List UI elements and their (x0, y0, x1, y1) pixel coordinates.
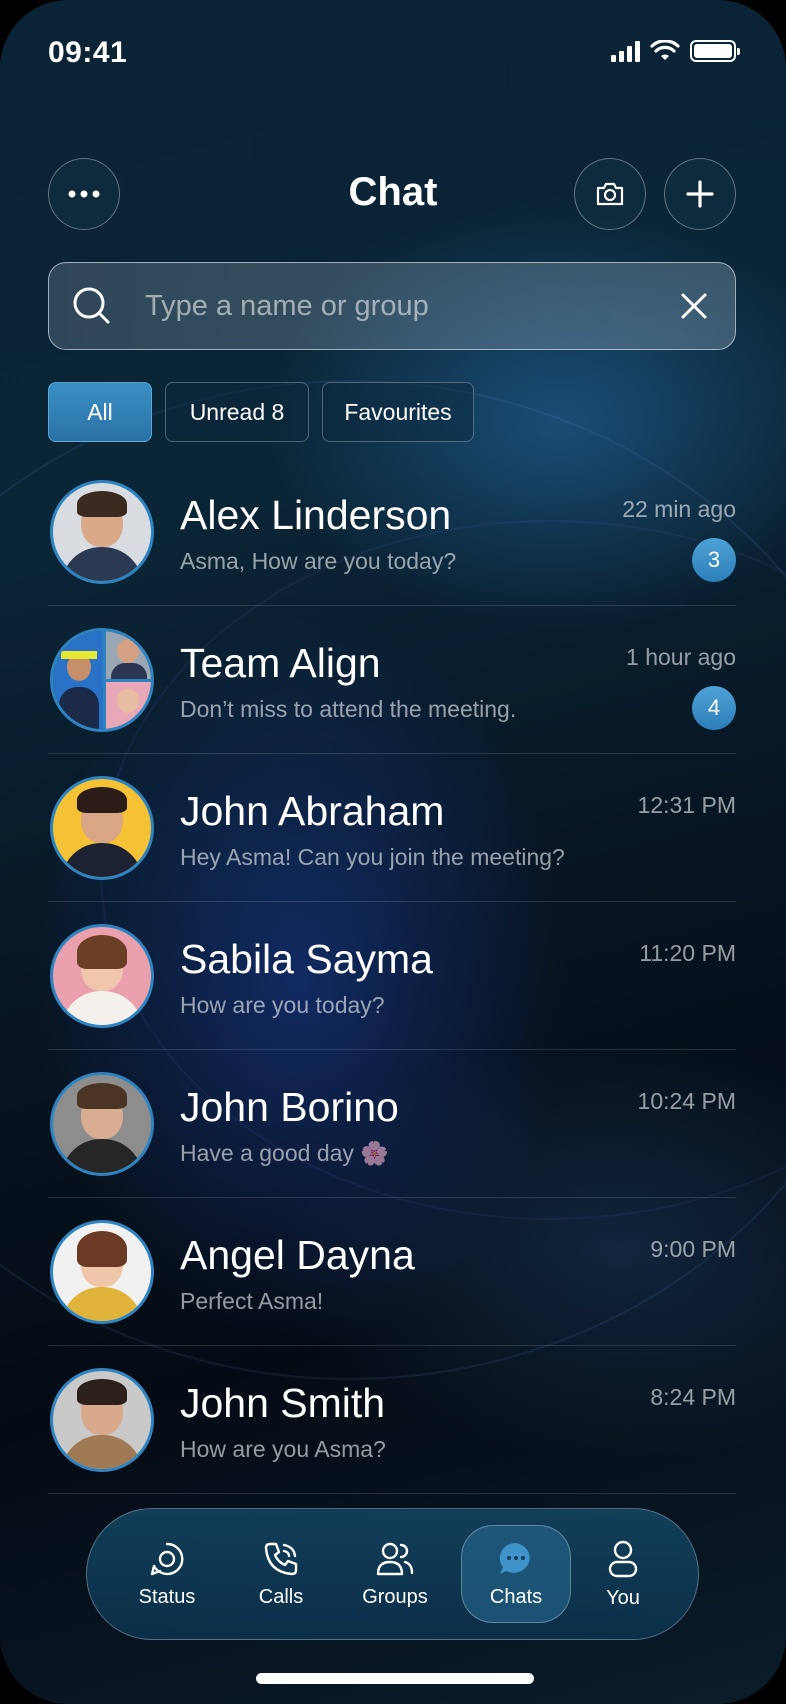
filter-unread[interactable]: Unread 8 (165, 382, 309, 442)
status-time: 09:41 (48, 36, 128, 69)
chat-time: 9:00 PM (650, 1236, 736, 1262)
person-icon (608, 1540, 638, 1577)
chat-name: Sabila Sayma (180, 936, 433, 982)
group-avatar (50, 628, 154, 732)
chat-time: 8:24 PM (650, 1384, 736, 1410)
unread-badge: 3 (692, 538, 736, 582)
chat-time: 1 hour ago (626, 644, 736, 670)
chat-item[interactable]: John Abraham Hey Asma! Can you join the … (48, 754, 736, 902)
chat-name: Angel Dayna (180, 1232, 415, 1278)
nav-label: Calls (258, 1585, 304, 1608)
nav-label: Groups (362, 1585, 428, 1608)
chat-bubble-icon (499, 1542, 530, 1574)
chat-list: Alex Linderson Asma, How are you today? … (48, 458, 736, 1494)
status-bar: 09:41 (0, 0, 786, 100)
nav-label: Status (138, 1585, 196, 1608)
filter-all[interactable]: All (48, 382, 152, 442)
avatar (50, 776, 154, 880)
chat-time: 11:20 PM (639, 940, 736, 966)
chat-item[interactable]: Team Align Don’t miss to attend the meet… (48, 606, 736, 754)
chat-item[interactable]: Alex Linderson Asma, How are you today? … (48, 458, 736, 606)
avatar (50, 1368, 154, 1472)
search-icon (73, 287, 110, 324)
nav-status[interactable]: Status (117, 1525, 217, 1623)
cellular-signal-icon (611, 40, 640, 62)
chat-item[interactable]: Angel Dayna Perfect Asma! 9:00 PM (48, 1198, 736, 1346)
groups-icon (376, 1542, 414, 1575)
chat-item[interactable]: John Smith How are you Asma? 8:24 PM (48, 1346, 736, 1494)
chat-preview: Asma, How are you today? (180, 548, 457, 574)
chat-name: John Abraham (180, 788, 445, 834)
chat-name: Team Align (180, 640, 381, 686)
nav-you[interactable]: You (573, 1525, 673, 1623)
chat-preview: Don’t miss to attend the meeting. (180, 696, 517, 722)
camera-button[interactable] (574, 158, 646, 230)
nav-chats[interactable]: Chats (461, 1525, 571, 1623)
avatar (50, 924, 154, 1028)
chat-time: 12:31 PM (637, 792, 736, 818)
nav-label: You (606, 1586, 640, 1609)
search-bar (48, 262, 736, 350)
chat-preview: How are you today? (180, 992, 385, 1018)
filter-chips: All Unread 8 Favourites (48, 382, 474, 442)
status-icon (150, 1542, 184, 1575)
avatar (50, 1220, 154, 1324)
chat-item[interactable]: Sabila Sayma How are you today? 11:20 PM (48, 902, 736, 1050)
chat-item[interactable]: John Borino Have a good day 🌸 10:24 PM (48, 1050, 736, 1198)
phone-screen: 09:41 Chat Type a name or group All Unre… (0, 0, 786, 1704)
chat-time: 10:24 PM (637, 1088, 736, 1114)
status-icons (611, 40, 740, 62)
plus-icon (686, 180, 714, 208)
avatar (50, 480, 154, 584)
bottom-nav: Status Calls Groups Chats You (86, 1508, 699, 1640)
chat-preview: How are you Asma? (180, 1436, 386, 1462)
search-input[interactable] (143, 263, 683, 349)
nav-groups[interactable]: Groups (345, 1525, 445, 1623)
chat-name: Alex Linderson (180, 492, 452, 538)
chat-preview: Have a good day 🌸 (180, 1140, 389, 1166)
wifi-icon (650, 40, 680, 60)
unread-badge: 4 (692, 686, 736, 730)
home-indicator[interactable] (256, 1673, 534, 1684)
chat-preview: Perfect Asma! (180, 1288, 324, 1314)
chat-name: John Borino (180, 1084, 399, 1130)
clear-search-icon[interactable] (675, 287, 713, 325)
phone-icon (264, 1542, 298, 1575)
chat-time: 22 min ago (622, 496, 736, 522)
nav-label: Chats (489, 1585, 543, 1608)
chat-preview: Hey Asma! Can you join the meeting? (180, 844, 565, 870)
filter-favourites[interactable]: Favourites (322, 382, 474, 442)
battery-icon (690, 40, 740, 62)
new-chat-button[interactable] (664, 158, 736, 230)
camera-icon (596, 182, 624, 206)
nav-calls[interactable]: Calls (231, 1525, 331, 1623)
avatar (50, 1072, 154, 1176)
chat-name: John Smith (180, 1380, 386, 1426)
